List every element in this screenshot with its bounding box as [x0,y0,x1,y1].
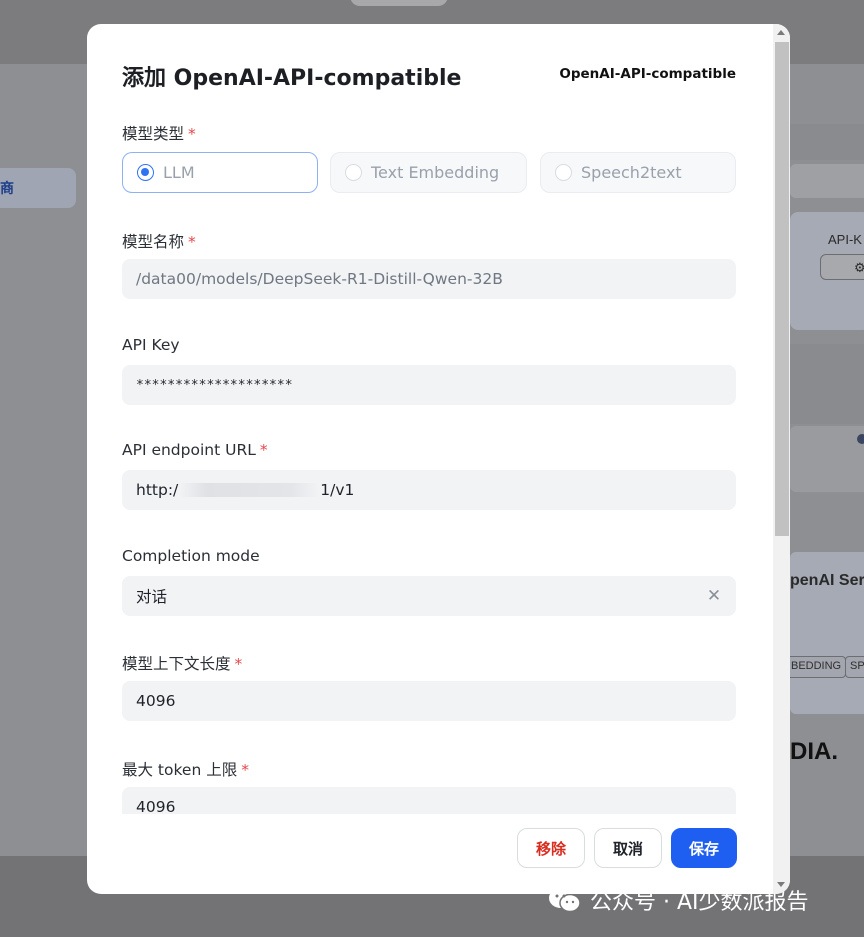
api-key-label: API Key [122,336,180,354]
add-model-dialog: 添加 OpenAI-API-compatible OpenAI-API-comp… [87,24,790,894]
endpoint-url-prefix: http:/ [136,481,179,499]
max-tokens-input[interactable]: 4096 [122,787,736,814]
backdrop-row [790,344,864,424]
backdrop-settings-button: ⚙ [820,254,864,280]
radio-option-label: Text Embedding [371,163,500,182]
radio-option-text-embedding[interactable]: Text Embedding [330,152,527,193]
backdrop-brand-text: DIA. [790,738,838,765]
radio-unselected-icon [345,164,362,181]
radio-option-speech2text[interactable]: Speech2text [540,152,736,193]
radio-unselected-icon [555,164,572,181]
backdrop-chip: BEDDING [786,656,847,678]
backdrop-top-pill [350,0,448,6]
scrollbar-thumb[interactable] [775,42,789,536]
context-length-input[interactable]: 4096 [122,681,736,721]
completion-mode-select[interactable]: 对话 ✕ [122,576,736,616]
redacted-area [179,483,320,497]
radio-option-label: LLM [163,163,195,182]
required-mark: * [188,233,196,251]
model-name-label: 模型名称 * [122,233,196,251]
backdrop-api-key-label: API-K [828,232,862,247]
backdrop-row [790,426,864,492]
save-button[interactable]: 保存 [671,828,737,868]
max-tokens-label: 最大 token 上限 * [122,761,249,779]
api-key-input[interactable]: ******************** [122,365,736,405]
backdrop-provider-name: penAI Ser [790,572,864,589]
cancel-button[interactable]: 取消 [594,828,662,868]
form-scroll-area: 模型类型 * LLM Text Embedding Speech2text 模型名… [122,24,736,814]
required-mark: * [188,125,196,143]
completion-mode-label: Completion mode [122,547,260,565]
completion-mode-value: 对话 [136,588,168,606]
radio-option-label: Speech2text [581,163,682,182]
gear-icon: ⚙ [854,260,864,275]
backdrop-row [790,124,864,160]
sidebar-item-label: 商 [0,180,14,196]
endpoint-url-input[interactable]: http:/ 1/v1 [122,470,736,510]
backdrop-chip: SP [845,656,864,678]
backdrop-row [790,164,864,198]
scroll-down-arrow-icon[interactable] [777,882,785,887]
model-name-input[interactable]: /data00/models/DeepSeek-R1-Distill-Qwen-… [122,259,736,299]
remove-button[interactable]: 移除 [517,828,585,868]
radio-selected-icon [137,164,154,181]
required-mark: * [241,761,249,779]
scroll-up-arrow-icon[interactable] [777,30,785,35]
context-length-label: 模型上下文长度 * [122,655,243,673]
endpoint-url-suffix: 1/v1 [320,481,355,499]
endpoint-url-label: API endpoint URL * [122,441,268,459]
radio-option-llm[interactable]: LLM [122,152,318,193]
required-mark: * [259,441,268,459]
model-type-label: 模型类型 * [122,125,196,143]
clear-icon[interactable]: ✕ [706,588,722,605]
backdrop-dot [857,434,864,444]
required-mark: * [234,655,243,673]
